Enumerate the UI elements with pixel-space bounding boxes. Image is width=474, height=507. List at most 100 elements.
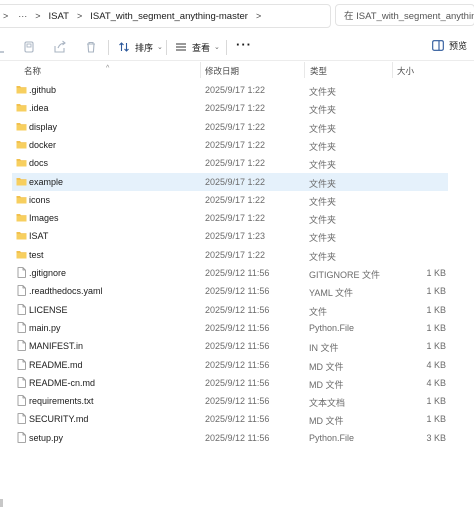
file-icon — [17, 340, 26, 351]
file-row[interactable]: docs 2025/9/17 1:22 文件夹 — [12, 154, 448, 172]
preview-label: 预览 — [449, 41, 468, 51]
search-input[interactable]: 在 ISAT_with_segment_anything-master 中搜索 — [335, 4, 474, 26]
column-divider[interactable] — [392, 62, 393, 78]
view-label: 查看 — [192, 42, 211, 53]
file-row[interactable]: README-cn.md 2025/9/12 11:56 MD 文件 4 KB — [12, 374, 448, 392]
column-name[interactable]: 名称 — [24, 65, 41, 77]
file-row[interactable]: setup.py 2025/9/12 11:56 Python.File 3 KB — [12, 429, 448, 447]
file-row[interactable]: README.md 2025/9/12 11:56 MD 文件 4 KB — [12, 356, 448, 374]
sort-icon — [119, 42, 129, 52]
file-type: MD 文件 — [309, 379, 344, 390]
file-row[interactable]: .gitignore 2025/9/12 11:56 GITIGNORE 文件 1 K… — [12, 264, 448, 282]
file-type: GITIGNORE 文件 — [309, 270, 381, 280]
folder-icon — [16, 104, 27, 112]
chevron-right-icon: > — [255, 11, 262, 21]
file-icon — [17, 358, 26, 370]
file-size: 1 KB — [426, 304, 446, 315]
file-row[interactable]: ISAT 2025/9/17 1:23 文件夹 — [12, 227, 448, 245]
file-name: main.py — [29, 322, 61, 333]
file-date: 2025/9/12 11:56 — [205, 322, 270, 333]
file-name: icons — [29, 194, 51, 205]
breadcrumb-item-current[interactable]: ISAT_with_segment_anything-master — [90, 11, 248, 22]
file-type: 文件夹 — [309, 215, 337, 226]
resize-handle[interactable] — [0, 499, 3, 507]
file-name: SECURITY.md — [29, 414, 89, 425]
chevron-right-icon: > — [35, 11, 41, 21]
file-row[interactable]: LICENSE 2025/9/12 11:56 文件 1 KB — [12, 301, 448, 319]
file-row[interactable]: main.py 2025/9/12 11:56 Python.File 1 KB — [12, 319, 448, 337]
column-header: ^ 名称 修改日期 类型 大小 — [0, 62, 474, 78]
file-date: 2025/9/12 11:56 — [205, 359, 270, 370]
file-icon — [17, 431, 26, 443]
breadcrumb[interactable]: > ··· > ISAT > ISAT_with_segment_anythin… — [0, 4, 331, 28]
delete-icon[interactable] — [84, 40, 98, 54]
folder-icon — [16, 250, 27, 259]
file-type: 文件夹 — [309, 160, 337, 171]
file-row[interactable]: display 2025/9/17 1:22 文件夹 — [12, 118, 448, 136]
column-divider[interactable] — [304, 62, 305, 78]
breadcrumb-item-isat[interactable]: ISAT — [49, 11, 69, 22]
column-size[interactable]: 大小 — [397, 65, 414, 77]
file-type: 文件夹 — [309, 233, 337, 244]
file-type: YAML 文件 — [309, 288, 354, 299]
file-date: 2025/9/12 11:56 — [205, 341, 270, 352]
view-button[interactable]: 查看 ⌄ — [175, 39, 220, 55]
file-size: 4 KB — [426, 359, 446, 370]
file-row[interactable]: requirements.txt 2025/9/12 11:56 文本文档 1 KB — [12, 392, 448, 410]
file-type: 文件夹 — [309, 123, 337, 134]
file-type: MD 文件 — [309, 361, 344, 372]
copy-icon[interactable] — [22, 40, 36, 54]
column-divider[interactable] — [200, 62, 201, 78]
ellipsis-crumb[interactable]: ··· — [18, 11, 27, 21]
file-size: 3 KB — [426, 432, 446, 443]
file-row[interactable]: .github 2025/9/17 1:22 文件夹 — [12, 81, 448, 99]
file-name: docker — [29, 139, 57, 150]
file-date: 2025/9/12 11:56 — [205, 286, 270, 297]
file-type: 文件夹 — [309, 196, 337, 207]
file-row[interactable]: test 2025/9/17 1:22 文件夹 — [12, 246, 448, 264]
file-date: 2025/9/12 11:56 — [205, 396, 270, 407]
file-name: display — [29, 121, 58, 132]
file-icon — [17, 285, 26, 297]
folder-icon — [16, 140, 27, 149]
file-icon — [17, 322, 26, 333]
toolbar-divider — [166, 40, 167, 55]
folder-icon — [16, 232, 27, 240]
sort-button[interactable]: 排序 ⌄ — [118, 39, 163, 55]
file-date: 2025/9/12 11:56 — [205, 414, 270, 425]
file-type: 文件夹 — [309, 87, 337, 97]
file-row[interactable]: example 2025/9/17 1:22 文件夹 — [12, 172, 448, 191]
file-date: 2025/9/17 1:22 — [205, 249, 266, 260]
file-name: ISAT — [29, 231, 49, 242]
file-row[interactable]: MANIFEST.in 2025/9/12 11:56 IN 文件 1 KB — [12, 337, 448, 355]
file-row[interactable]: .readthedocs.yaml 2025/9/12 11:56 YAML 文件 1… — [12, 282, 448, 300]
column-date[interactable]: 修改日期 — [205, 65, 239, 77]
toolbar-divider — [226, 40, 227, 55]
file-name: docs — [29, 158, 49, 169]
file-type: MD 文件 — [309, 416, 344, 427]
file-date: 2025/9/17 1:22 — [205, 85, 266, 95]
cut-icon[interactable] — [0, 40, 10, 54]
more-options-icon[interactable]: ··· — [236, 37, 252, 52]
file-name: .idea — [29, 103, 49, 114]
folder-icon — [16, 195, 27, 204]
file-date: 2025/9/17 1:22 — [205, 176, 266, 187]
view-list-icon — [176, 43, 186, 51]
share-icon[interactable] — [53, 40, 67, 54]
file-row[interactable]: Images 2025/9/17 1:22 文件夹 — [12, 209, 448, 227]
file-name: .gitignore — [29, 268, 67, 278]
file-row[interactable]: icons 2025/9/17 1:22 文件夹 — [12, 191, 448, 209]
file-size: 1 KB — [426, 414, 446, 425]
file-type: Python.File — [309, 322, 355, 333]
folder-icon — [16, 214, 27, 222]
chevron-right-icon: > — [76, 11, 83, 21]
command-bar: 排序 ⌄ 查看 ⌄ ··· 预览 — [0, 34, 474, 61]
file-type: 文件夹 — [309, 141, 337, 152]
file-date: 2025/9/12 11:56 — [205, 268, 270, 278]
file-size: 4 KB — [426, 377, 446, 388]
file-row[interactable]: .idea 2025/9/17 1:22 文件夹 — [12, 99, 448, 117]
file-row[interactable]: SECURITY.md 2025/9/12 11:56 MD 文件 1 KB — [12, 410, 448, 428]
file-row[interactable]: docker 2025/9/17 1:22 文件夹 — [12, 136, 448, 154]
preview-pane-button[interactable]: 预览 — [432, 39, 467, 52]
column-type[interactable]: 类型 — [310, 65, 327, 77]
